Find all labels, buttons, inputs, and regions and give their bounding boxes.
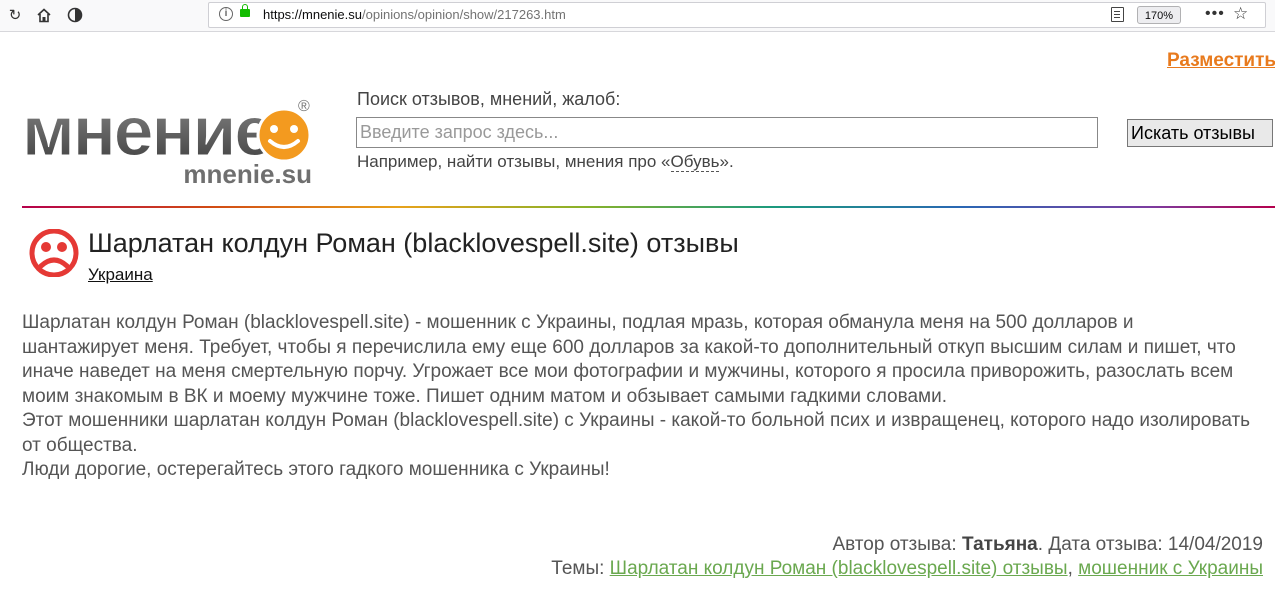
zoom-level-button[interactable]: 170% bbox=[1137, 6, 1181, 24]
review-topics: Темы: Шарлатан колдун Роман (blacklovesp… bbox=[551, 558, 1263, 579]
search-label: Поиск отзывов, мнений, жалоб: bbox=[357, 89, 621, 109]
author-name: Татьяна bbox=[961, 534, 1038, 555]
page-actions-icon[interactable]: ••• bbox=[1205, 5, 1225, 23]
country-link[interactable]: Украина bbox=[88, 265, 153, 285]
logo-subtitle: mnenie.su bbox=[183, 159, 312, 187]
reader-view-icon[interactable] bbox=[1111, 7, 1124, 22]
topic-link[interactable]: Шарлатан колдун Роман (blacklovespell.si… bbox=[610, 558, 1068, 579]
lock-icon bbox=[240, 4, 250, 17]
review-paragraph: Люди дорогие, остерегайтесь этого гадког… bbox=[22, 459, 610, 480]
home-icon[interactable] bbox=[32, 4, 56, 26]
tracking-protection-icon[interactable] bbox=[63, 4, 87, 26]
logo-smile-icon bbox=[256, 107, 312, 163]
page-title: Шарлатан колдун Роман (blacklovespell.si… bbox=[88, 228, 739, 258]
header-divider bbox=[22, 206, 1275, 208]
post-review-link[interactable]: Разместить bbox=[1167, 50, 1275, 72]
mnenie-logo[interactable]: мнение ® mnenie.su bbox=[22, 97, 322, 187]
search-button[interactable]: Искать отзывы bbox=[1127, 119, 1273, 147]
search-input[interactable] bbox=[356, 117, 1098, 148]
browser-toolbar: ↻ i https://mnenie.su/opinions/opinion/s… bbox=[0, 0, 1275, 32]
example-link[interactable]: Обувь bbox=[670, 152, 720, 172]
review-meta: Автор отзыва: Татьяна. Дата отзыва: 14/0… bbox=[832, 534, 1263, 555]
negative-review-icon bbox=[29, 229, 79, 277]
address-bar[interactable]: i https://mnenie.su/opinions/opinion/sho… bbox=[208, 2, 1266, 28]
registered-mark: ® bbox=[298, 98, 310, 115]
review-paragraph: Этот мошенники шарлатан колдун Роман (bl… bbox=[22, 410, 1251, 456]
review-body: Шарлатан колдун Роман (blacklovespell.si… bbox=[22, 311, 1252, 483]
review-date: 14/04/2019 bbox=[1167, 534, 1263, 555]
review-paragraph: Шарлатан колдун Роман (blacklovespell.si… bbox=[22, 312, 1236, 407]
site-info-icon[interactable]: i bbox=[219, 7, 233, 21]
topic-link[interactable]: мошенник с Украины bbox=[1078, 558, 1263, 579]
reload-icon[interactable]: ↻ bbox=[3, 4, 27, 26]
search-example: Например, найти отзывы, мнения про «Обув… bbox=[357, 152, 734, 172]
bookmark-star-icon[interactable]: ☆ bbox=[1233, 4, 1248, 24]
url-text[interactable]: https://mnenie.su/opinions/opinion/show/… bbox=[263, 7, 566, 22]
